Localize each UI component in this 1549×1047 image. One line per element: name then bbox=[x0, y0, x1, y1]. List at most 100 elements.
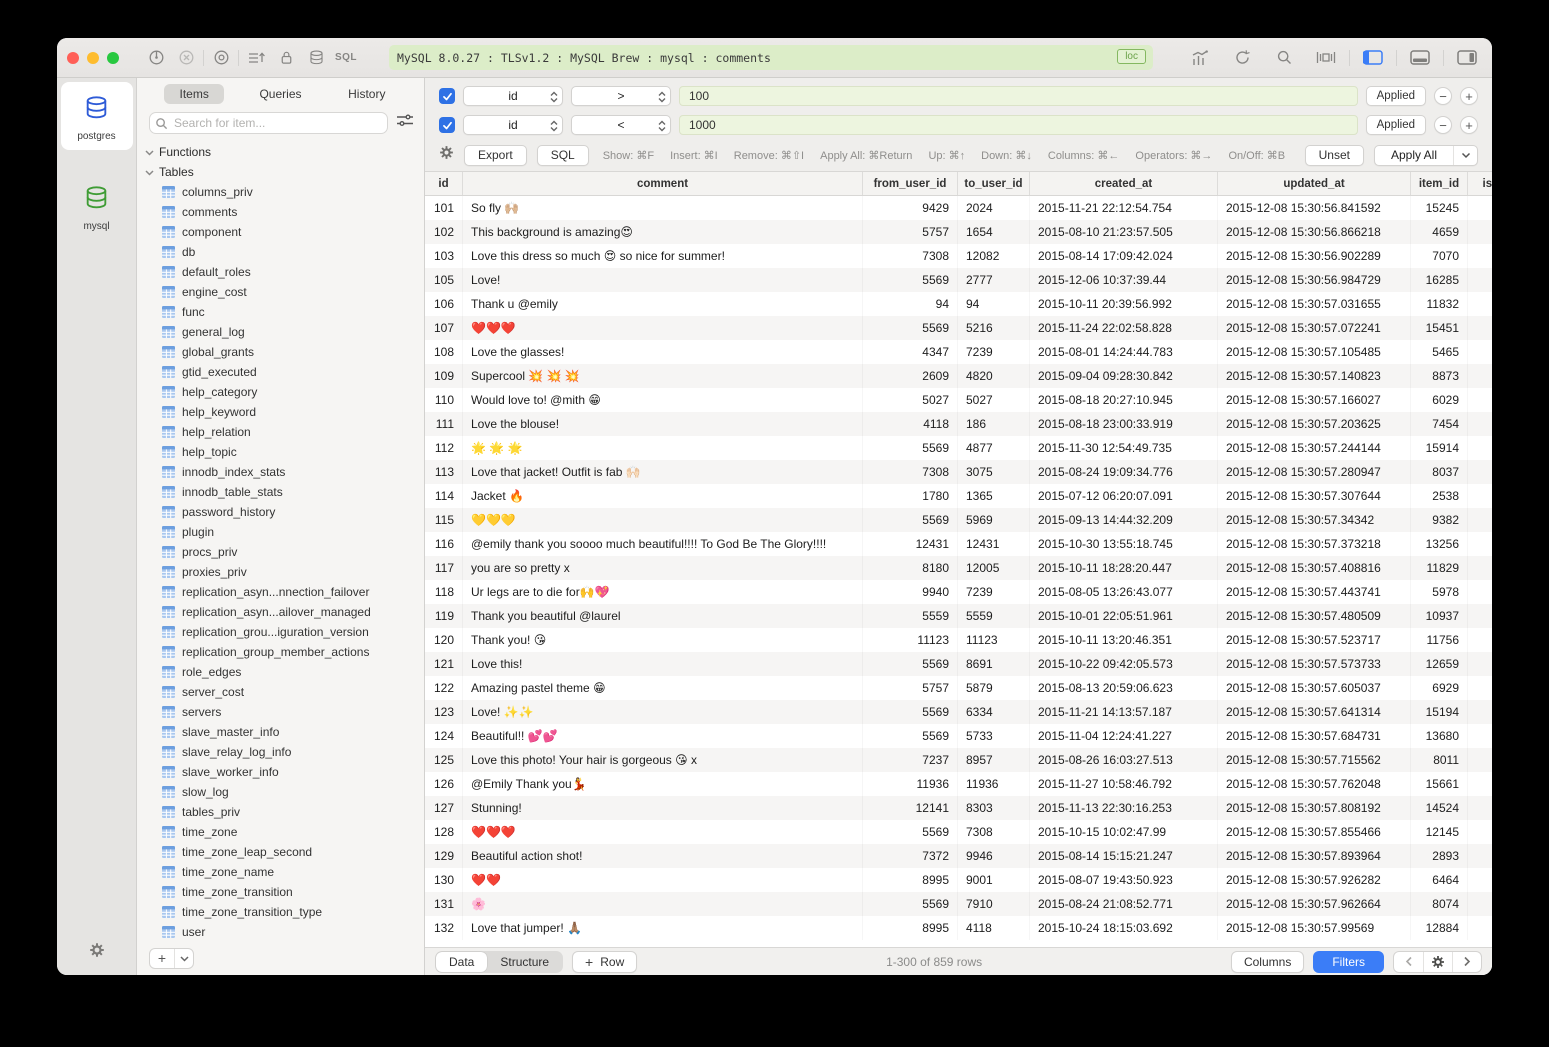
columns-button[interactable]: Columns bbox=[1231, 951, 1304, 973]
cell-id[interactable]: 107 bbox=[425, 316, 463, 340]
cell-created_at[interactable]: 2015-08-07 19:43:50.923 bbox=[1030, 868, 1218, 892]
sidebar-table-gtid_executed[interactable]: gtid_executed bbox=[137, 362, 424, 382]
cell-item_id[interactable]: 2893 bbox=[1411, 844, 1468, 868]
cell-item_id[interactable]: 15245 bbox=[1411, 196, 1468, 220]
cell-from_user_id[interactable]: 7237 bbox=[863, 748, 958, 772]
cell-to_user_id[interactable]: 11123 bbox=[958, 628, 1030, 652]
sidebar-table-help_category[interactable]: help_category bbox=[137, 382, 424, 402]
cell-updated_at[interactable]: 2015-12-08 15:30:57.244144 bbox=[1218, 436, 1411, 460]
sidebar-table-password_history[interactable]: password_history bbox=[137, 502, 424, 522]
page-settings-gear-icon[interactable] bbox=[1423, 952, 1452, 972]
sidebar-table-component[interactable]: component bbox=[137, 222, 424, 242]
cell-item_id[interactable]: 13680 bbox=[1411, 724, 1468, 748]
sidebar-table-servers[interactable]: servers bbox=[137, 702, 424, 722]
cell-comment[interactable]: Love that jumper! 🙏🏽 bbox=[463, 916, 863, 940]
cell-to_user_id[interactable]: 7239 bbox=[958, 340, 1030, 364]
cell-item_id[interactable]: 15194 bbox=[1411, 700, 1468, 724]
table-row[interactable]: 105Love!556927772015-12-06 10:37:39.4420… bbox=[425, 268, 1492, 292]
table-row[interactable]: 129Beautiful action shot!737299462015-08… bbox=[425, 844, 1492, 868]
column-header-updated_at[interactable]: updated_at bbox=[1218, 172, 1411, 195]
cell-updated_at[interactable]: 2015-12-08 15:30:57.855466 bbox=[1218, 820, 1411, 844]
connections-settings-gear-icon[interactable] bbox=[89, 942, 105, 963]
cell-created_at[interactable]: 2015-09-04 09:28:30.842 bbox=[1030, 364, 1218, 388]
table-row[interactable]: 115💛💛💛556959692015-09-13 14:44:32.209201… bbox=[425, 508, 1492, 532]
cell-is_[interactable] bbox=[1468, 220, 1492, 244]
search-icon[interactable] bbox=[1269, 45, 1299, 71]
sidebar-table-time_zone_leap_second[interactable]: time_zone_leap_second bbox=[137, 842, 424, 862]
cell-updated_at[interactable]: 2015-12-08 15:30:57.715562 bbox=[1218, 748, 1411, 772]
cell-from_user_id[interactable]: 94 bbox=[863, 292, 958, 316]
cell-updated_at[interactable]: 2015-12-08 15:30:57.684731 bbox=[1218, 724, 1411, 748]
cell-id[interactable]: 124 bbox=[425, 724, 463, 748]
filter-applied-button[interactable]: Applied bbox=[1366, 86, 1426, 106]
filter-column-select[interactable]: id bbox=[463, 86, 563, 106]
table-row[interactable]: 131🌸556979102015-08-24 21:08:52.7712015-… bbox=[425, 892, 1492, 916]
cell-updated_at[interactable]: 2015-12-08 15:30:57.523717 bbox=[1218, 628, 1411, 652]
tab-history[interactable]: History bbox=[324, 84, 410, 104]
cell-to_user_id[interactable]: 4877 bbox=[958, 436, 1030, 460]
cell-id[interactable]: 121 bbox=[425, 652, 463, 676]
cell-item_id[interactable]: 6029 bbox=[1411, 388, 1468, 412]
cell-item_id[interactable]: 12884 bbox=[1411, 916, 1468, 940]
cell-is_[interactable] bbox=[1468, 292, 1492, 316]
cell-created_at[interactable]: 2015-08-10 21:23:57.505 bbox=[1030, 220, 1218, 244]
table-row[interactable]: 106Thank u @emily94942015-10-11 20:39:56… bbox=[425, 292, 1492, 316]
cell-created_at[interactable]: 2015-10-01 22:05:51.961 bbox=[1030, 604, 1218, 628]
cell-id[interactable]: 110 bbox=[425, 388, 463, 412]
connection-mysql[interactable]: mysql bbox=[61, 172, 133, 240]
cell-updated_at[interactable]: 2015-12-08 15:30:56.866218 bbox=[1218, 220, 1411, 244]
cell-item_id[interactable]: 12145 bbox=[1411, 820, 1468, 844]
table-row[interactable]: 111Love the blouse!41181862015-08-18 23:… bbox=[425, 412, 1492, 436]
cell-is_[interactable] bbox=[1468, 196, 1492, 220]
cell-from_user_id[interactable]: 9429 bbox=[863, 196, 958, 220]
cell-id[interactable]: 116 bbox=[425, 532, 463, 556]
table-row[interactable]: 128❤️❤️❤️556973082015-10-15 10:02:47.992… bbox=[425, 820, 1492, 844]
cell-item_id[interactable]: 10937 bbox=[1411, 604, 1468, 628]
cell-is_[interactable] bbox=[1468, 748, 1492, 772]
cell-item_id[interactable]: 6464 bbox=[1411, 868, 1468, 892]
sidebar-table-comments[interactable]: comments bbox=[137, 202, 424, 222]
cell-created_at[interactable]: 2015-08-14 15:15:21.247 bbox=[1030, 844, 1218, 868]
cell-id[interactable]: 132 bbox=[425, 916, 463, 940]
cell-item_id[interactable]: 2538 bbox=[1411, 484, 1468, 508]
cell-to_user_id[interactable]: 9946 bbox=[958, 844, 1030, 868]
cell-id[interactable]: 117 bbox=[425, 556, 463, 580]
column-header-id[interactable]: id bbox=[425, 172, 463, 195]
cell-created_at[interactable]: 2015-08-18 23:00:33.919 bbox=[1030, 412, 1218, 436]
cell-to_user_id[interactable]: 12005 bbox=[958, 556, 1030, 580]
cell-id[interactable]: 119 bbox=[425, 604, 463, 628]
cell-comment[interactable]: Supercool 💥 💥 💥 bbox=[463, 364, 863, 388]
add-item-dropdown[interactable] bbox=[174, 949, 193, 968]
cell-from_user_id[interactable]: 11936 bbox=[863, 772, 958, 796]
cell-updated_at[interactable]: 2015-12-08 15:30:57.307644 bbox=[1218, 484, 1411, 508]
refresh-icon[interactable] bbox=[1227, 45, 1257, 71]
cell-id[interactable]: 128 bbox=[425, 820, 463, 844]
cell-from_user_id[interactable]: 8995 bbox=[863, 916, 958, 940]
filter-applied-button[interactable]: Applied bbox=[1366, 115, 1426, 135]
cell-updated_at[interactable]: 2015-12-08 15:30:57.573733 bbox=[1218, 652, 1411, 676]
cell-updated_at[interactable]: 2015-12-08 15:30:56.841592 bbox=[1218, 196, 1411, 220]
cell-is_[interactable] bbox=[1468, 436, 1492, 460]
table-row[interactable]: 123Love! ✨✨556963342015-11-21 14:13:57.1… bbox=[425, 700, 1492, 724]
table-row[interactable]: 127Stunning!1214183032015-11-13 22:30:16… bbox=[425, 796, 1492, 820]
cell-comment[interactable]: you are so pretty x bbox=[463, 556, 863, 580]
sidebar-table-func[interactable]: func bbox=[137, 302, 424, 322]
cell-is_[interactable] bbox=[1468, 820, 1492, 844]
sidebar-table-replication_asyn...ailover_managed[interactable]: replication_asyn...ailover_managed bbox=[137, 602, 424, 622]
table-row[interactable]: 124Beautiful!! 💕💕556957332015-11-04 12:2… bbox=[425, 724, 1492, 748]
table-row[interactable]: 121Love this!556986912015-10-22 09:42:05… bbox=[425, 652, 1492, 676]
add-item-button[interactable]: + bbox=[150, 949, 174, 968]
table-row[interactable]: 114Jacket 🔥178013652015-07-12 06:20:07.0… bbox=[425, 484, 1492, 508]
cell-id[interactable]: 129 bbox=[425, 844, 463, 868]
sidebar-table-time_zone[interactable]: time_zone bbox=[137, 822, 424, 842]
sidebar-table-role_edges[interactable]: role_edges bbox=[137, 662, 424, 682]
watch-icon[interactable] bbox=[206, 45, 236, 71]
cell-comment[interactable]: Thank you beautiful @laurel bbox=[463, 604, 863, 628]
cell-item_id[interactable]: 16285 bbox=[1411, 268, 1468, 292]
close-window-button[interactable] bbox=[67, 52, 79, 64]
cell-from_user_id[interactable]: 7308 bbox=[863, 244, 958, 268]
cell-created_at[interactable]: 2015-11-13 22:30:16.253 bbox=[1030, 796, 1218, 820]
table-row[interactable]: 113Love that jacket! Outfit is fab 🙌🏻730… bbox=[425, 460, 1492, 484]
minimize-window-button[interactable] bbox=[87, 52, 99, 64]
previous-page-button[interactable] bbox=[1394, 952, 1423, 972]
